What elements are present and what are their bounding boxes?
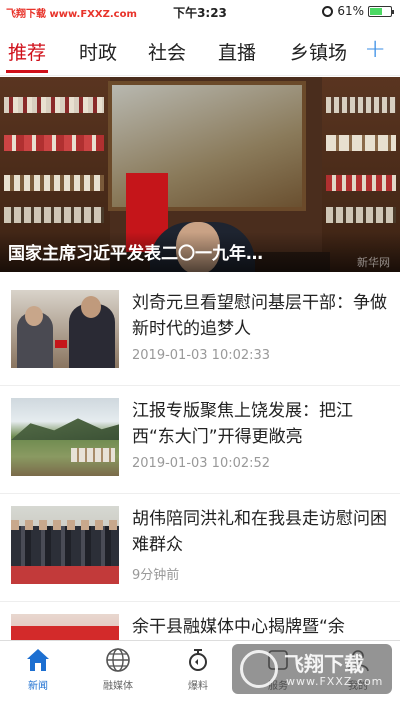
books-row bbox=[4, 175, 104, 191]
books-row bbox=[4, 97, 104, 113]
active-tab-indicator bbox=[6, 70, 48, 73]
watermark-url: www.FXXZ.com bbox=[286, 675, 384, 688]
tabbar-item-media[interactable]: 融媒体 bbox=[88, 641, 148, 710]
category-tabs: 推荐 时政 社会 直播 乡镇场 + bbox=[0, 30, 400, 76]
books-row bbox=[326, 97, 396, 113]
article-thumbnail bbox=[11, 398, 119, 476]
tabbar-label: 新闻 bbox=[28, 681, 48, 692]
alarm-icon bbox=[322, 5, 334, 17]
books-row bbox=[326, 135, 396, 151]
article-thumbnail bbox=[11, 506, 119, 584]
books-row bbox=[326, 207, 396, 223]
tab-township[interactable]: 乡镇场 bbox=[290, 38, 347, 65]
globe-icon bbox=[106, 648, 130, 672]
home-icon bbox=[27, 649, 49, 671]
article-title: 刘奇元旦看望慰问基层干部：争做新时代的追梦人 bbox=[132, 293, 387, 339]
article-time: 9分钟前 bbox=[132, 568, 180, 583]
list-item[interactable]: 江报专版聚焦上饶发展：把江西“东大门”开得更敞亮 2019-01-03 10:0… bbox=[0, 386, 400, 494]
hero-caption: 国家主席习近平发表二〇一九年… bbox=[8, 244, 263, 264]
watermark-brand: 飞翔下载 bbox=[284, 652, 364, 676]
tab-recommend[interactable]: 推荐 bbox=[8, 38, 46, 65]
article-title: 江报专版聚焦上饶发展：把江西“东大门”开得更敞亮 bbox=[132, 401, 353, 447]
tab-politics[interactable]: 时政 bbox=[79, 38, 117, 65]
list-item[interactable]: 胡伟陪同洪礼和在我县走访慰问困难群众 9分钟前 bbox=[0, 494, 400, 602]
site-watermark: 飞翔下载 www.FXXZ.com bbox=[232, 644, 392, 694]
tab-society[interactable]: 社会 bbox=[148, 38, 186, 65]
hero-watermark: 新华网 bbox=[357, 256, 390, 269]
tabbar-item-report[interactable]: 爆料 bbox=[168, 641, 228, 710]
article-time: 2019-01-03 10:02:52 bbox=[132, 456, 271, 471]
list-item[interactable]: 刘奇元旦看望慰问基层干部：争做新时代的追梦人 2019-01-03 10:02:… bbox=[0, 278, 400, 386]
books-row bbox=[326, 175, 396, 191]
article-title: 余干县融媒体中心揭牌暨“余 bbox=[132, 617, 345, 637]
battery-percent: 61% bbox=[337, 4, 364, 18]
books-row bbox=[4, 135, 104, 151]
tabbar-item-news[interactable]: 新闻 bbox=[8, 641, 68, 710]
article-title: 胡伟陪同洪礼和在我县走访慰问困难群众 bbox=[132, 509, 387, 555]
add-tab-icon[interactable]: + bbox=[364, 34, 386, 64]
status-bar: 飞翔下载 www.FXXZ.com 下午3:23 61% bbox=[0, 0, 400, 24]
battery-icon bbox=[368, 5, 394, 17]
books-row bbox=[4, 207, 104, 223]
watermark-logo-icon bbox=[240, 650, 278, 688]
status-right: 61% bbox=[322, 4, 394, 18]
article-thumbnail bbox=[11, 290, 119, 368]
hero-banner[interactable]: 国家主席习近平发表二〇一九年… 新华网 bbox=[0, 77, 400, 272]
tab-live[interactable]: 直播 bbox=[218, 38, 256, 65]
tabbar-label: 融媒体 bbox=[103, 681, 133, 692]
broadcast-icon bbox=[189, 649, 207, 671]
tabbar-label: 爆料 bbox=[188, 681, 208, 692]
article-time: 2019-01-03 10:02:33 bbox=[132, 348, 271, 363]
